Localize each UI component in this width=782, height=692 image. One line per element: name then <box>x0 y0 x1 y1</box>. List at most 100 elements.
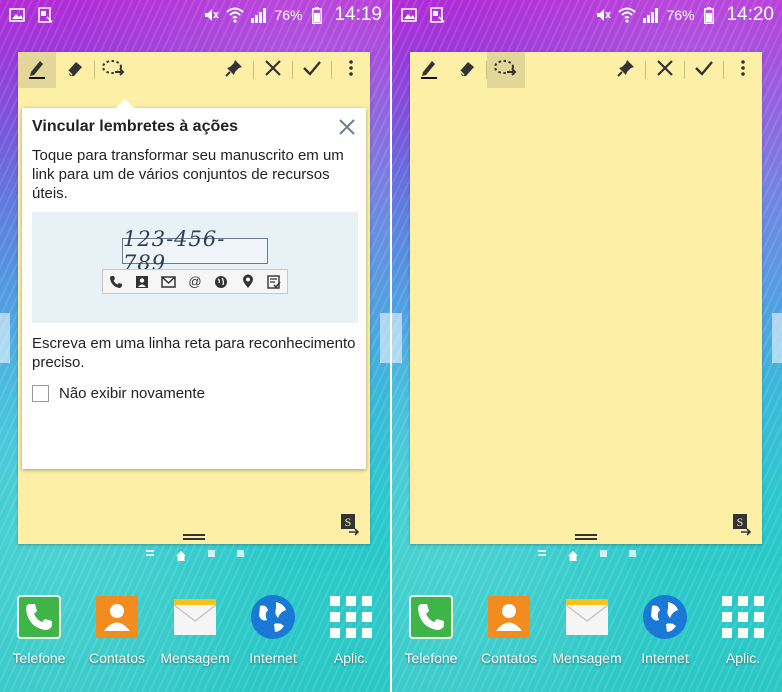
dock-app-aplic[interactable]: Aplic. <box>704 594 782 674</box>
popup-hint: Escreva em uma linha reta para reconheci… <box>32 335 356 371</box>
popup-pointer <box>116 99 134 108</box>
battery-percent: 76% <box>666 7 695 23</box>
pin-icon <box>224 58 244 83</box>
discard-button[interactable] <box>646 52 684 88</box>
resize-handle[interactable] <box>183 534 205 540</box>
close-icon <box>264 59 282 82</box>
dock-app-label: Internet <box>641 650 689 666</box>
memo-toolbar <box>18 52 370 88</box>
edge-tab <box>0 313 10 363</box>
pen-icon <box>418 57 440 84</box>
eraser-icon <box>64 57 86 84</box>
gallery-notification-icon <box>8 6 26 24</box>
tutorial-popup: Vincular lembretes à ações Toque para tr… <box>22 99 366 469</box>
pin-button[interactable] <box>215 52 253 88</box>
signal-icon <box>250 6 268 24</box>
save-button[interactable] <box>293 52 331 88</box>
popup-description: Toque para transformar seu manuscrito em… <box>32 147 344 202</box>
task-icon <box>266 274 282 290</box>
edge-tab <box>380 313 390 363</box>
checkbox-box[interactable] <box>32 385 49 402</box>
globe-icon <box>250 594 296 640</box>
phone-icon <box>16 594 62 640</box>
wifi-icon <box>226 6 245 24</box>
globe-icon <box>642 594 688 640</box>
status-clock: 14:19 <box>334 4 382 25</box>
pin-button[interactable] <box>607 52 645 88</box>
discard-button[interactable] <box>254 52 292 88</box>
action-memo-panel[interactable]: S <box>410 52 762 544</box>
app-dock: Telefone Contatos Mensagem Internet Apli… <box>392 594 782 674</box>
resize-handle[interactable] <box>575 534 597 540</box>
more-options-button[interactable] <box>332 52 370 88</box>
dock-app-internet[interactable]: Internet <box>626 594 704 674</box>
status-bar: 76% 14:19 <box>0 0 390 30</box>
dock-app-mensagem[interactable]: Mensagem <box>156 594 234 674</box>
s-note-icon[interactable]: S <box>732 514 752 536</box>
more-options-button[interactable] <box>724 52 762 88</box>
home-icon <box>176 548 186 561</box>
eraser-button[interactable] <box>448 52 486 88</box>
message-icon <box>564 594 610 640</box>
mute-icon <box>202 6 220 24</box>
dock-app-telefone[interactable]: Telefone <box>0 594 78 674</box>
dock-app-aplic[interactable]: Aplic. <box>312 594 390 674</box>
close-icon <box>656 59 674 82</box>
check-icon <box>694 59 714 82</box>
pen-button[interactable] <box>410 52 448 88</box>
location-pin-icon <box>240 274 256 290</box>
save-button[interactable] <box>685 52 723 88</box>
lasso-link-icon <box>101 58 127 83</box>
page-dot <box>600 549 607 557</box>
edge-tab <box>772 313 782 363</box>
wifi-icon <box>618 6 637 24</box>
message-icon <box>172 594 218 640</box>
battery-icon <box>700 6 718 24</box>
dock-app-label: Mensagem <box>552 650 622 666</box>
globe-icon <box>213 274 229 290</box>
dock-app-contatos[interactable]: Contatos <box>470 594 548 674</box>
page-dot <box>629 549 636 557</box>
dock-app-label: Aplic. <box>725 650 761 666</box>
pen-button[interactable] <box>18 52 56 88</box>
eraser-button[interactable] <box>56 52 94 88</box>
signal-icon <box>642 6 660 24</box>
link-to-action-button[interactable] <box>487 52 525 88</box>
s-note-icon[interactable]: S <box>340 514 360 536</box>
dock-app-mensagem[interactable]: Mensagem <box>548 594 626 674</box>
check-icon <box>302 59 322 82</box>
mute-icon <box>594 6 612 24</box>
dont-show-again-checkbox[interactable]: Não exibir novamente <box>32 385 205 402</box>
popup-close-button[interactable] <box>338 118 356 136</box>
status-bar: 76% 14:20 <box>392 0 782 30</box>
dock-app-telefone[interactable]: Telefone <box>392 594 470 674</box>
gallery-notification-icon <box>400 6 418 24</box>
phone-icon <box>108 274 124 290</box>
dock-app-contatos[interactable]: Contatos <box>78 594 156 674</box>
svg-text:S: S <box>345 515 352 529</box>
action-memo-panel[interactable]: Vincular lembretes à ações Toque para tr… <box>18 52 370 544</box>
dock-app-internet[interactable]: Internet <box>234 594 312 674</box>
sim-notification-icon <box>36 6 54 24</box>
dock-app-label: Telefone <box>404 650 458 666</box>
phone-screen-left: 76% 14:19 Vincular lembretes à ações Toq… <box>0 0 390 692</box>
pen-icon <box>26 57 48 84</box>
svg-text:S: S <box>737 515 744 529</box>
home-page-indicator <box>392 548 782 561</box>
dock-app-label: Telefone <box>12 650 66 666</box>
contact-card-icon <box>134 274 150 290</box>
contacts-icon <box>94 594 140 640</box>
apps-grid-icon <box>720 594 766 640</box>
link-to-action-button[interactable] <box>95 52 133 88</box>
memo-toolbar <box>410 52 762 88</box>
at-sign-icon: @ <box>188 274 202 289</box>
lasso-link-icon <box>493 58 519 83</box>
phone-screen-right: 76% 14:20 S Telefone Contatos Mensagem I… <box>392 0 782 692</box>
eraser-icon <box>456 57 478 84</box>
sim-notification-icon <box>428 6 446 24</box>
page-list-icon <box>538 550 546 556</box>
dock-app-label: Contatos <box>480 650 538 666</box>
close-icon <box>338 119 356 140</box>
apps-grid-icon <box>328 594 374 640</box>
home-page-indicator <box>0 548 390 561</box>
